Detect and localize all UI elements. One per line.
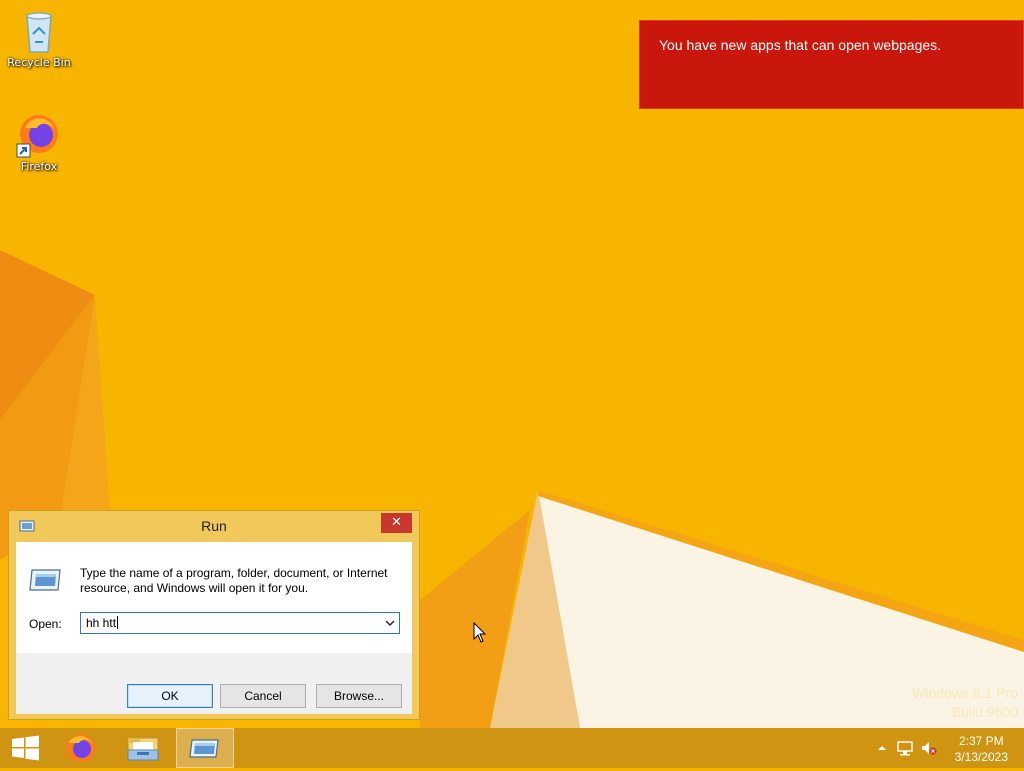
start-button[interactable] — [0, 728, 56, 768]
close-button[interactable]: ✕ — [381, 513, 412, 533]
recycle-bin-icon — [15, 6, 63, 54]
clock-date: 3/13/2023 — [954, 750, 1008, 764]
chevron-down-icon[interactable] — [385, 617, 395, 629]
firefox-icon — [67, 734, 95, 762]
mouse-cursor-icon — [473, 622, 487, 643]
text-caret — [117, 616, 119, 629]
dialog-body: Type the name of a program, folder, docu… — [16, 542, 412, 714]
file-explorer-icon — [127, 737, 159, 761]
notification-toast[interactable]: You have new apps that can open webpages… — [639, 20, 1024, 109]
browse-button[interactable]: Browse... — [316, 684, 402, 708]
run-program-icon — [29, 569, 61, 591]
toast-message: You have new apps that can open webpages… — [659, 37, 942, 53]
run-dialog: Run ✕ Type the name of a program, folder… — [8, 510, 420, 720]
dialog-title: Run — [201, 518, 227, 534]
clock-time: 2:37 PM — [958, 734, 1004, 748]
firefox-icon — [15, 110, 63, 158]
taskbar-run-button[interactable] — [176, 728, 234, 768]
dialog-titlebar[interactable]: Run ✕ — [9, 511, 419, 541]
open-input-value: hh htt — [86, 616, 117, 630]
watermark-edition: Windows 8.1 Pro — [912, 685, 1018, 701]
open-combobox[interactable]: hh htt — [80, 612, 400, 634]
run-icon — [189, 739, 219, 758]
network-icon[interactable] — [897, 740, 913, 756]
chevron-up-icon[interactable] — [874, 740, 890, 756]
desktop-icon-label: Firefox — [20, 160, 58, 173]
windows-watermark: Windows 8.1 Pro Build 9600 — [912, 684, 1018, 722]
taskbar: 2:37 PM 3/13/2023 — [0, 728, 1024, 768]
dialog-description: Type the name of a program, folder, docu… — [80, 566, 388, 595]
desktop-icon-label: Recycle Bin — [7, 56, 71, 69]
cancel-button[interactable]: Cancel — [220, 684, 306, 708]
desktop-icon-recycle-bin[interactable]: Recycle Bin — [1, 6, 77, 69]
windows-start-icon — [12, 735, 39, 761]
open-input[interactable]: hh htt — [86, 616, 119, 630]
taskbar-clock[interactable]: 2:37 PM 3/13/2023 — [955, 733, 1008, 765]
open-label: Open: — [29, 617, 62, 631]
ok-button[interactable]: OK — [127, 684, 213, 708]
desktop-icon-firefox[interactable]: Firefox — [1, 110, 77, 173]
taskbar-file-explorer-button[interactable] — [115, 728, 171, 768]
watermark-build: Build 9600 — [951, 704, 1018, 720]
taskbar-firefox-button[interactable] — [54, 728, 110, 768]
volume-muted-icon[interactable] — [921, 740, 937, 756]
